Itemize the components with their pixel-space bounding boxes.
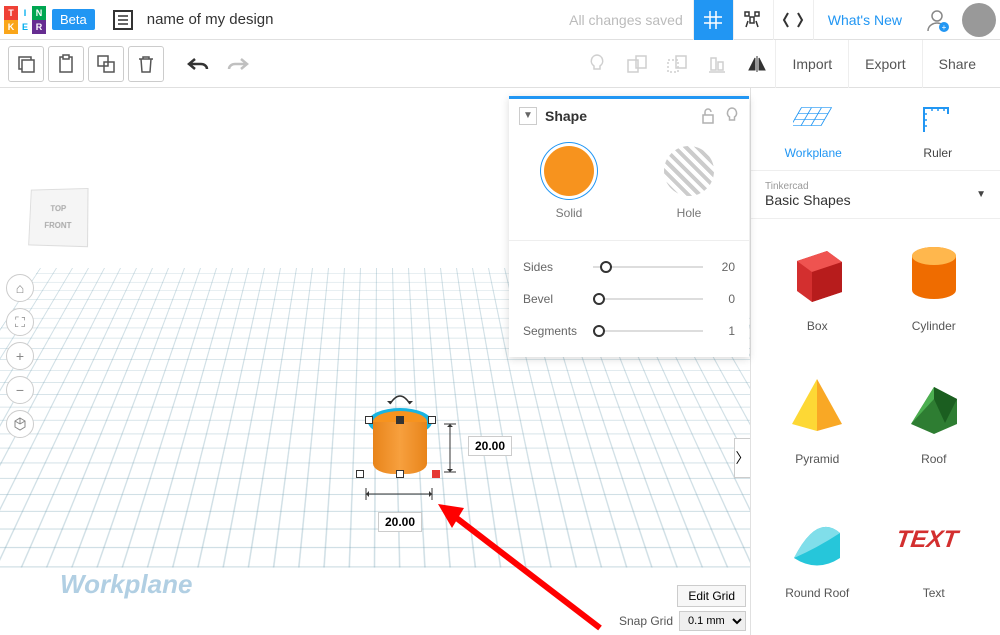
minecraft-button[interactable]: [733, 0, 773, 40]
bulb-icon[interactable]: [725, 107, 739, 125]
shape-box[interactable]: Box: [763, 231, 872, 356]
workplane-label: Workplane: [785, 146, 842, 160]
mirror-button[interactable]: [739, 46, 775, 82]
ruler-label: Ruler: [923, 146, 952, 160]
panel-collapse-button[interactable]: ▼: [519, 107, 537, 125]
delete-button[interactable]: [128, 46, 164, 82]
shapes-palette: Box Cylinder Pyramid Roof Round Roof TEX…: [751, 219, 1000, 635]
svg-text:TEXT: TEXT: [894, 526, 961, 553]
sides-row: Sides 20: [523, 251, 735, 283]
document-icon[interactable]: [109, 6, 137, 34]
snap-grid-label: Snap Grid: [619, 614, 673, 628]
save-status: All changes saved: [569, 12, 683, 28]
cube-front[interactable]: FRONT: [44, 221, 71, 230]
paste-button[interactable]: [48, 46, 84, 82]
edit-grid-button[interactable]: Edit Grid: [677, 585, 746, 607]
view-grid-button[interactable]: [693, 0, 733, 40]
zoom-out-button[interactable]: −: [6, 376, 34, 404]
shape-round-roof[interactable]: Round Roof: [763, 498, 872, 623]
beta-badge: Beta: [52, 9, 95, 30]
header: TIN KER Beta name of my design All chang…: [0, 0, 1000, 40]
tinkercad-logo[interactable]: TIN KER: [4, 6, 46, 34]
shape-text[interactable]: TEXT Text: [880, 498, 989, 623]
hole-option[interactable]: Hole: [664, 146, 714, 222]
workplane-label: Workplane: [60, 569, 192, 600]
fit-view-button[interactable]: ⛶: [6, 308, 34, 336]
lock-icon[interactable]: [701, 108, 715, 124]
whats-new-link[interactable]: What's New: [813, 0, 916, 40]
export-button[interactable]: Export: [848, 40, 921, 88]
design-name[interactable]: name of my design: [147, 11, 569, 28]
solid-option[interactable]: Solid: [544, 146, 594, 222]
toolbar: Import Export Share: [0, 40, 1000, 88]
segments-slider[interactable]: [593, 330, 703, 332]
home-view-button[interactable]: ⌂: [6, 274, 34, 302]
shapes-category-dropdown[interactable]: Tinkercad Basic Shapes: [751, 171, 1000, 219]
sides-value[interactable]: 20: [703, 260, 735, 274]
share-button[interactable]: Share: [922, 40, 992, 88]
cube-top[interactable]: TOP: [50, 204, 66, 213]
group-button[interactable]: [619, 46, 655, 82]
attention-arrow: [430, 498, 610, 635]
view-controls: ⌂ ⛶ + −: [6, 274, 34, 438]
header-buttons: What's New +: [693, 0, 1000, 40]
account-icon[interactable]: +: [920, 3, 954, 37]
copy-button[interactable]: [8, 46, 44, 82]
shape-roof[interactable]: Roof: [880, 364, 989, 489]
ortho-view-button[interactable]: [6, 410, 34, 438]
bevel-slider[interactable]: [593, 298, 703, 300]
panel-title: Shape: [545, 108, 701, 124]
light-button[interactable]: [579, 46, 615, 82]
bevel-row: Bevel 0: [523, 283, 735, 315]
duplicate-button[interactable]: [88, 46, 124, 82]
zoom-in-button[interactable]: +: [6, 342, 34, 370]
bevel-value[interactable]: 0: [703, 292, 735, 306]
import-button[interactable]: Import: [775, 40, 848, 88]
shape-inspector-panel[interactable]: ▼ Shape Solid Hole Sides 20 Bevel 0 Segm…: [509, 96, 749, 357]
main: Workplane TOP FRONT ⌂ ⛶ + − 20.00: [0, 88, 1000, 635]
snap-grid-select[interactable]: 0.1 mm: [679, 611, 746, 631]
view-cube[interactable]: TOP FRONT: [28, 188, 88, 247]
collapse-sidebar-button[interactable]: 〉: [734, 438, 750, 478]
shape-pyramid[interactable]: Pyramid: [763, 364, 872, 489]
undo-button[interactable]: [180, 46, 216, 82]
segments-row: Segments 1: [523, 315, 735, 347]
height-dim[interactable]: 20.00: [468, 436, 512, 456]
ungroup-button[interactable]: [659, 46, 695, 82]
user-avatar[interactable]: [962, 3, 996, 37]
svg-text:+: +: [942, 23, 947, 32]
align-button[interactable]: [699, 46, 735, 82]
ruler-tool[interactable]: Ruler: [876, 88, 1000, 170]
shape-cylinder[interactable]: Cylinder: [880, 231, 989, 356]
category-label: Basic Shapes: [765, 192, 986, 208]
workplane-tool[interactable]: Workplane: [751, 88, 876, 170]
width-dim[interactable]: 20.00: [378, 512, 422, 532]
segments-value[interactable]: 1: [703, 324, 735, 338]
sidebar: Workplane Ruler Tinkercad Basic Shapes B…: [750, 88, 1000, 635]
category-sup: Tinkercad: [765, 181, 986, 192]
grid-controls: Edit Grid Snap Grid 0.1 mm: [619, 585, 746, 631]
sides-slider[interactable]: [593, 266, 703, 268]
redo-button[interactable]: [220, 46, 256, 82]
code-button[interactable]: [773, 0, 813, 40]
